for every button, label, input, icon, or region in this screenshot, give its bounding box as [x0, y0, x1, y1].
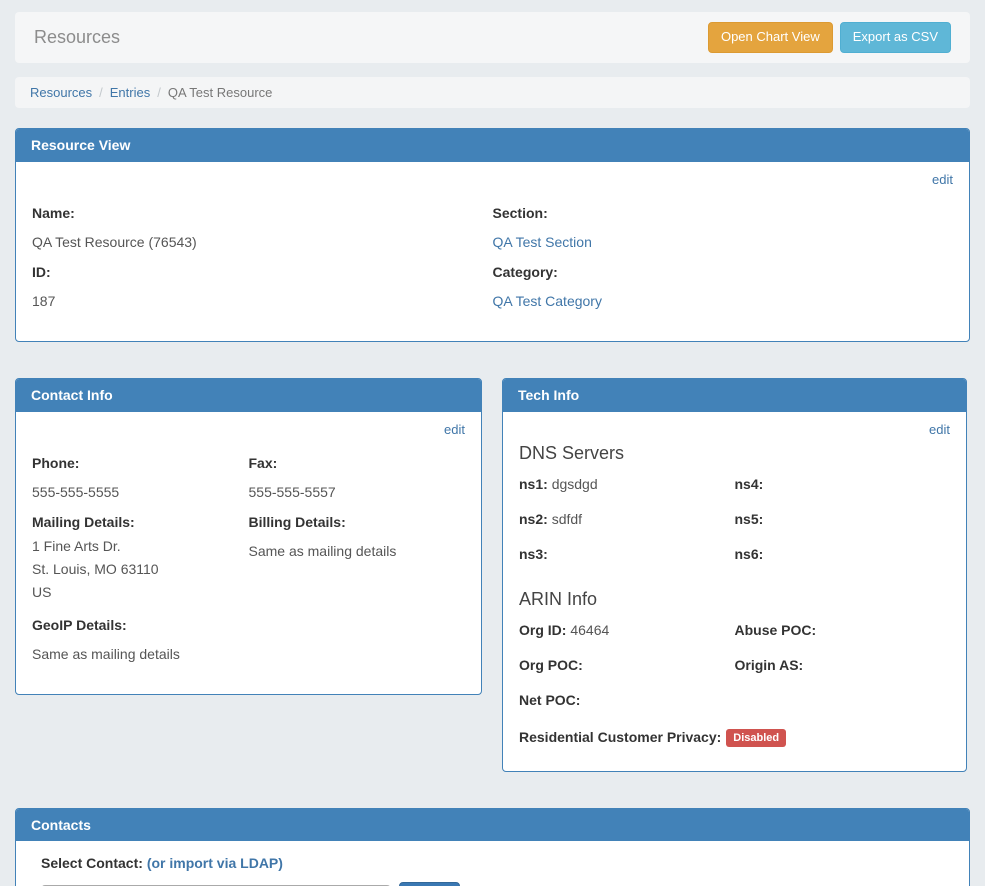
ns1-field: ns1: dgsdgd — [519, 476, 735, 492]
category-value-link[interactable]: QA Test Category — [493, 293, 602, 309]
page-title: Resources — [34, 27, 120, 48]
origin-as-label: Origin AS: — [735, 657, 804, 673]
breadcrumb-separator: / — [157, 85, 161, 100]
contact-info-panel: Contact Info edit Phone: 555-555-5555 Ma… — [15, 378, 482, 695]
net-poc-label: Net POC: — [519, 692, 580, 708]
resource-view-left-column: Name: QA Test Resource (76543) ID: 187 — [32, 191, 493, 317]
open-chart-view-button[interactable]: Open Chart View — [708, 22, 833, 52]
contacts-panel-title: Contacts — [16, 809, 969, 842]
info-panel-row: Contact Info edit Phone: 555-555-5555 Ma… — [15, 378, 970, 772]
org-id-field: Org ID: 46464 — [519, 622, 735, 638]
org-poc-label: Org POC: — [519, 657, 583, 673]
mailing-details-label: Mailing Details: — [32, 514, 249, 530]
billing-details-value: Same as mailing details — [249, 543, 466, 559]
contacts-panel: Contacts Select Contact: (or import via … — [15, 808, 970, 886]
origin-as-field: Origin AS: — [735, 657, 951, 673]
tech-info-panel-title: Tech Info — [503, 379, 966, 412]
contact-info-edit-link[interactable]: edit — [444, 422, 465, 437]
geoip-details-value: Same as mailing details — [32, 646, 249, 662]
ns4-field: ns4: — [735, 476, 951, 492]
toolbar: Resources Open Chart View Export as CSV — [15, 12, 970, 63]
tech-info-edit-link[interactable]: edit — [929, 422, 950, 437]
ns3-label: ns3: — [519, 546, 548, 562]
resource-view-panel-body: edit Name: QA Test Resource (76543) ID: … — [16, 162, 969, 341]
arin-empty-cell — [735, 692, 951, 708]
mailing-address-line: 1 Fine Arts Dr. — [32, 539, 249, 553]
page: Resources Open Chart View Export as CSV … — [0, 0, 985, 886]
residential-privacy-label: Residential Customer Privacy: — [519, 729, 721, 745]
select-contact-label-row: Select Contact: (or import via LDAP) — [41, 855, 944, 871]
breadcrumb-entries-link[interactable]: Entries — [110, 85, 150, 100]
ns2-field: ns2: sdfdf — [519, 511, 735, 527]
ns2-value: sdfdf — [552, 511, 582, 527]
select-contact-label: Select Contact: — [41, 855, 143, 871]
abuse-poc-label: Abuse POC: — [735, 622, 817, 638]
phone-label: Phone: — [32, 455, 249, 471]
ns1-label: ns1: — [519, 476, 548, 492]
contacts-panel-body: Select Contact: (or import via LDAP) Sea… — [16, 841, 969, 886]
ns5-label: ns5: — [735, 511, 764, 527]
org-poc-field: Org POC: — [519, 657, 735, 673]
resource-view-panel: Resource View edit Name: QA Test Resourc… — [15, 128, 970, 342]
contact-info-panel-body: edit Phone: 555-555-5555 Mailing Details… — [16, 412, 481, 694]
org-id-label: Org ID: — [519, 622, 566, 638]
tech-info-panel-body: edit DNS Servers ns1: dgsdgd ns4: ns2: s… — [503, 412, 966, 771]
export-csv-button[interactable]: Export as CSV — [840, 22, 951, 52]
id-label: ID: — [32, 264, 493, 280]
billing-details-label: Billing Details: — [249, 514, 466, 530]
privacy-status-badge: Disabled — [726, 729, 786, 747]
breadcrumb-resources-link[interactable]: Resources — [30, 85, 92, 100]
dns-servers-heading: DNS Servers — [519, 443, 950, 464]
resource-view-panel-title: Resource View — [16, 129, 969, 162]
contact-info-right-column: Fax: 555-555-5557 Billing Details: Same … — [249, 441, 466, 670]
section-label: Section: — [493, 205, 954, 221]
residential-privacy-field: Residential Customer Privacy: Disabled — [519, 729, 950, 747]
abuse-poc-field: Abuse POC: — [735, 622, 951, 638]
resource-view-edit-link[interactable]: edit — [932, 172, 953, 187]
breadcrumb-current: QA Test Resource — [168, 85, 273, 100]
contact-select-row: Search for a Contact Assign — [41, 882, 944, 886]
breadcrumb: Resources / Entries / QA Test Resource — [15, 77, 970, 108]
ns1-value: dgsdgd — [552, 476, 598, 492]
name-value: QA Test Resource (76543) — [32, 234, 493, 250]
toolbar-buttons: Open Chart View Export as CSV — [708, 22, 951, 52]
phone-value: 555-555-5555 — [32, 484, 249, 500]
ns2-label: ns2: — [519, 511, 548, 527]
import-via-ldap-link[interactable]: (or import via LDAP) — [147, 855, 283, 871]
assign-button[interactable]: Assign — [399, 882, 460, 886]
net-poc-field: Net POC: — [519, 692, 735, 708]
section-value-link[interactable]: QA Test Section — [493, 234, 592, 250]
ns4-label: ns4: — [735, 476, 764, 492]
tech-info-panel: Tech Info edit DNS Servers ns1: dgsdgd n… — [502, 378, 967, 772]
fax-label: Fax: — [249, 455, 466, 471]
ns5-field: ns5: — [735, 511, 951, 527]
fax-value: 555-555-5557 — [249, 484, 466, 500]
id-value: 187 — [32, 293, 493, 309]
category-label: Category: — [493, 264, 954, 280]
org-id-value: 46464 — [570, 622, 609, 638]
mailing-address-line: US — [32, 585, 249, 599]
contact-info-panel-title: Contact Info — [16, 379, 481, 412]
mailing-address-line: St. Louis, MO 63110 — [32, 562, 249, 576]
contact-info-left-column: Phone: 555-555-5555 Mailing Details: 1 F… — [32, 441, 249, 670]
resource-view-right-column: Section: QA Test Section Category: QA Te… — [493, 191, 954, 317]
ns6-field: ns6: — [735, 546, 951, 562]
name-label: Name: — [32, 205, 493, 221]
ns3-field: ns3: — [519, 546, 735, 562]
ns6-label: ns6: — [735, 546, 764, 562]
breadcrumb-separator: / — [99, 85, 103, 100]
geoip-details-label: GeoIP Details: — [32, 617, 249, 633]
arin-info-heading: ARIN Info — [519, 589, 950, 610]
